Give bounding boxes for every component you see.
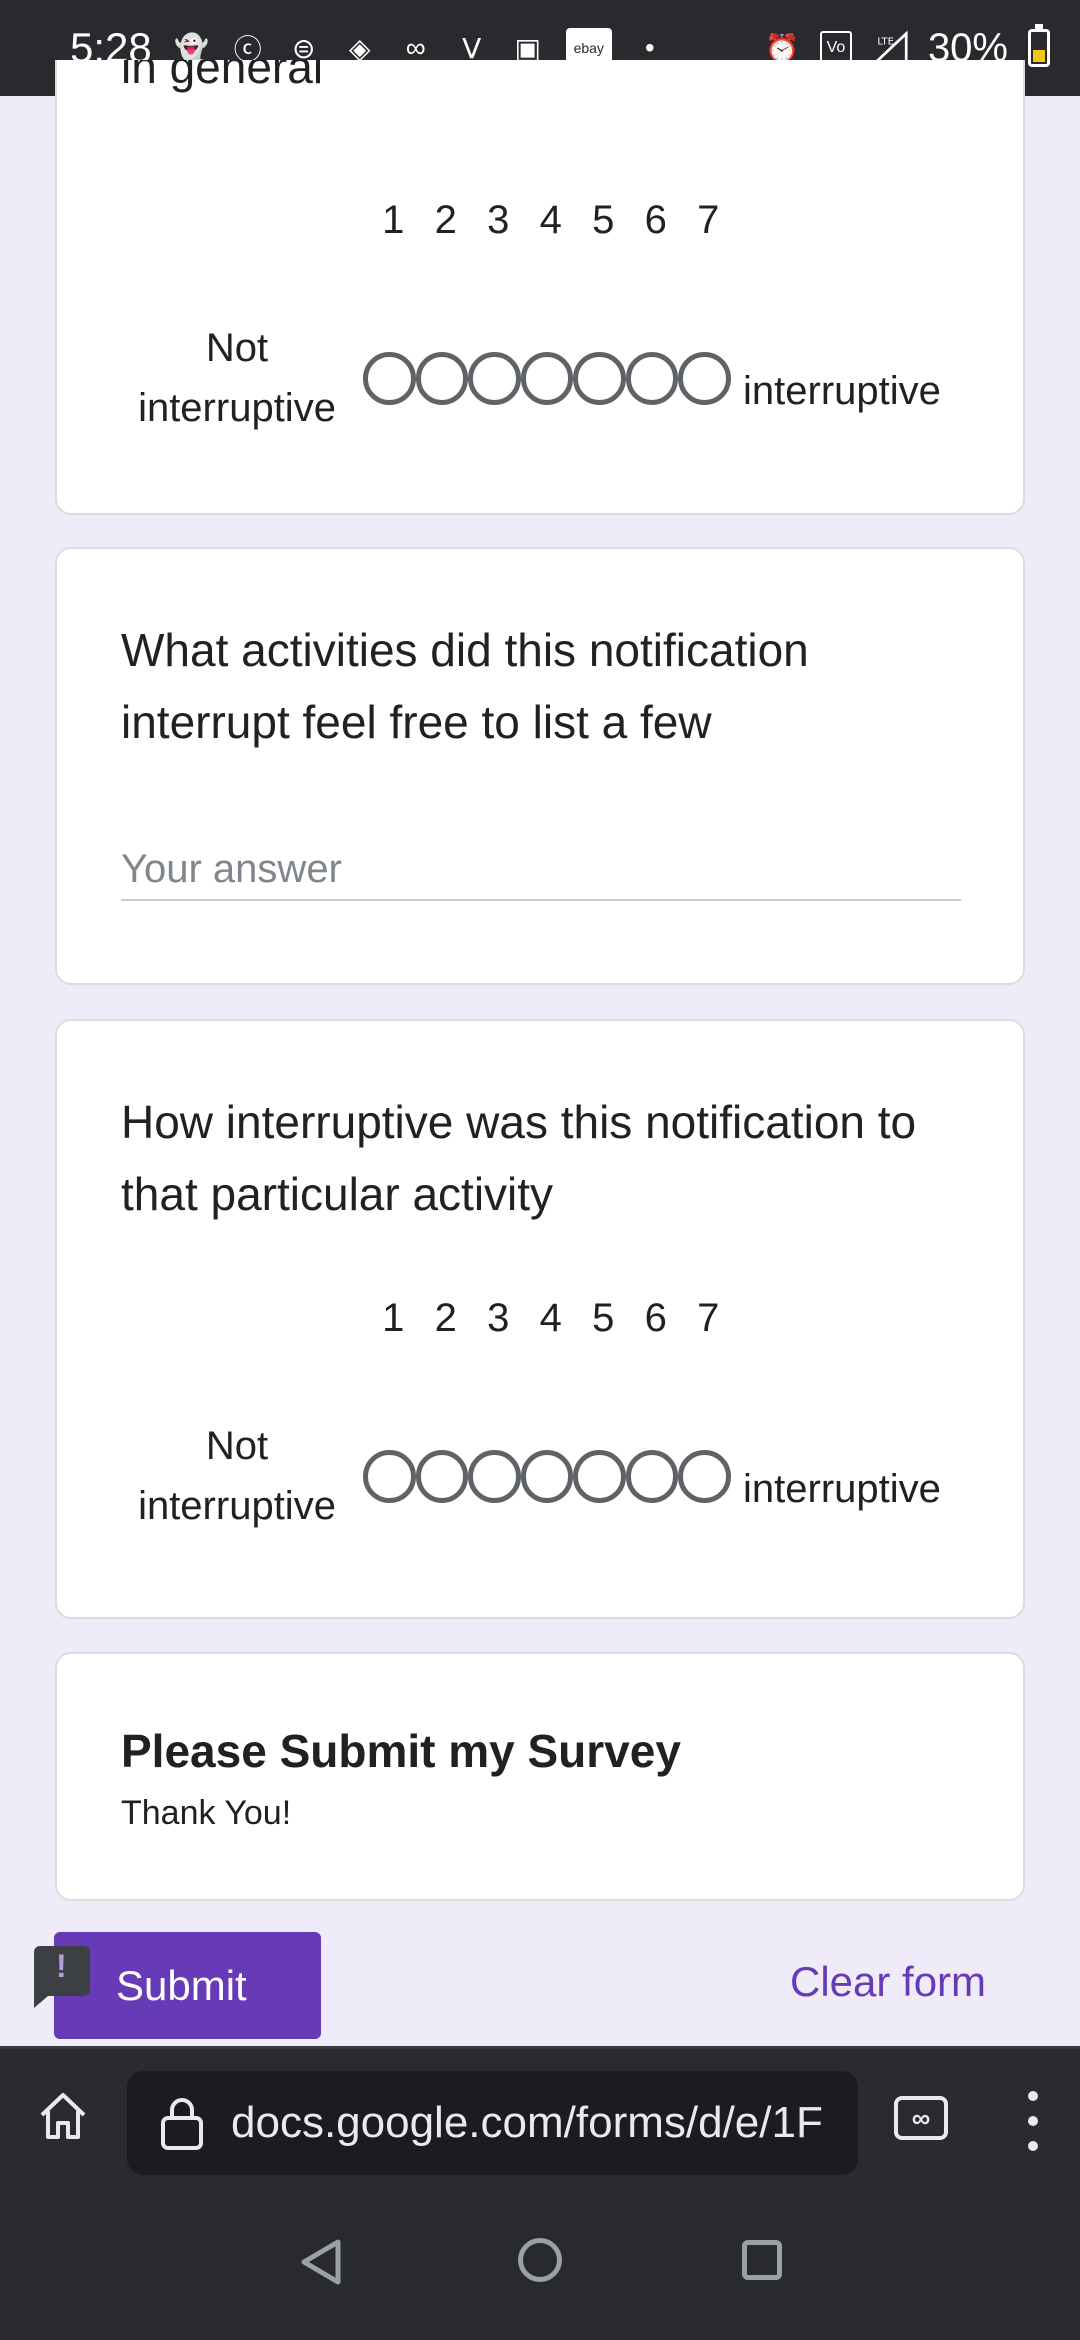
- scale-right-label: interruptive: [743, 1467, 941, 1511]
- scale-radio-6[interactable]: [625, 352, 678, 405]
- feedback-icon[interactable]: [34, 1946, 90, 2008]
- system-navigation-bar: [0, 2190, 1080, 2340]
- scale-radio-group: [363, 352, 731, 405]
- recents-icon[interactable]: [742, 2240, 782, 2280]
- scale-row: Not interruptive interruptive: [57, 318, 1027, 438]
- scale-radio-5[interactable]: [573, 1450, 626, 1503]
- scale-number: 7: [697, 1296, 720, 1340]
- scale-number: 3: [487, 198, 510, 242]
- section-description: Thank You!: [121, 1794, 292, 1832]
- browser-toolbar: docs.google.com/forms/d/e/1F ∞: [0, 2046, 1080, 2190]
- scale-number: 4: [539, 198, 562, 242]
- scale-number: 1: [382, 198, 405, 242]
- scale-number: 6: [644, 1296, 667, 1340]
- scale-number: 2: [434, 198, 457, 242]
- section-title: Please Submit my Survey: [121, 1725, 681, 1777]
- scale-right-label: interruptive: [743, 369, 941, 413]
- scale-number: 6: [644, 198, 667, 242]
- scale-numbers: 1 2 3 4 5 6 7: [367, 1296, 735, 1341]
- scale-radio-1[interactable]: [363, 352, 416, 405]
- tab-switcher-icon[interactable]: ∞: [894, 2096, 948, 2140]
- scale-radio-4[interactable]: [520, 352, 573, 405]
- scale-radio-7[interactable]: [678, 352, 731, 405]
- scale-number: 2: [434, 1296, 457, 1340]
- scale-left-label: Not interruptive: [127, 1416, 347, 1536]
- scale-radio-3[interactable]: [468, 1450, 521, 1503]
- scale-numbers: 1 2 3 4 5 6 7: [367, 198, 735, 243]
- scale-radio-2[interactable]: [415, 352, 468, 405]
- scale-radio-6[interactable]: [625, 1450, 678, 1503]
- scale-radio-2[interactable]: [415, 1450, 468, 1503]
- scale-left-label-line2: interruptive: [138, 1484, 336, 1528]
- submit-button[interactable]: Submit: [54, 1932, 321, 2039]
- address-bar[interactable]: docs.google.com/forms/d/e/1F: [127, 2071, 858, 2175]
- scale-radio-7[interactable]: [678, 1450, 731, 1503]
- question-card-activities: What activities did this notification in…: [55, 547, 1025, 985]
- answer-input[interactable]: [121, 839, 961, 901]
- scale-number: 5: [592, 1296, 615, 1340]
- scale-number: 4: [539, 1296, 562, 1340]
- scale-number: 5: [592, 198, 615, 242]
- battery-icon: [1028, 24, 1050, 67]
- scale-number: 3: [487, 1296, 510, 1340]
- scale-radio-4[interactable]: [520, 1450, 573, 1503]
- network-type-label: LTE: [877, 36, 893, 47]
- question-title: How interruptive was this notification t…: [121, 1096, 917, 1220]
- question-title: What activities did this notification in…: [121, 624, 809, 748]
- scale-radio-group: [363, 1450, 731, 1503]
- home-icon[interactable]: [36, 2089, 90, 2143]
- scale-radio-3[interactable]: [468, 352, 521, 405]
- section-card-submit: Please Submit my Survey Thank You!: [55, 1652, 1025, 1901]
- scale-left-label: Not interruptive: [127, 318, 347, 438]
- scale-left-label-line1: Not: [205, 1424, 269, 1468]
- url-text: docs.google.com/forms/d/e/1F: [231, 2098, 823, 2147]
- question-card-scale-activity: How interruptive was this notification t…: [55, 1019, 1025, 1619]
- home-nav-icon[interactable]: [518, 2238, 562, 2282]
- scale-radio-5[interactable]: [573, 352, 626, 405]
- scale-left-label-line2: interruptive: [138, 386, 336, 430]
- scale-number: 1: [382, 1296, 405, 1340]
- question-card-scale-general: in general 1 2 3 4 5 6 7 Not interruptiv…: [55, 60, 1025, 515]
- clear-form-button[interactable]: Clear form: [790, 1958, 986, 2006]
- back-icon[interactable]: [300, 2238, 342, 2286]
- scale-row: Not interruptive interruptive: [57, 1416, 1027, 1536]
- scale-left-label-line1: Not: [205, 326, 269, 370]
- overflow-menu-icon[interactable]: [1025, 2091, 1041, 2151]
- scale-radio-1[interactable]: [363, 1450, 416, 1503]
- lock-icon: [157, 2094, 207, 2152]
- scale-number: 7: [697, 198, 720, 242]
